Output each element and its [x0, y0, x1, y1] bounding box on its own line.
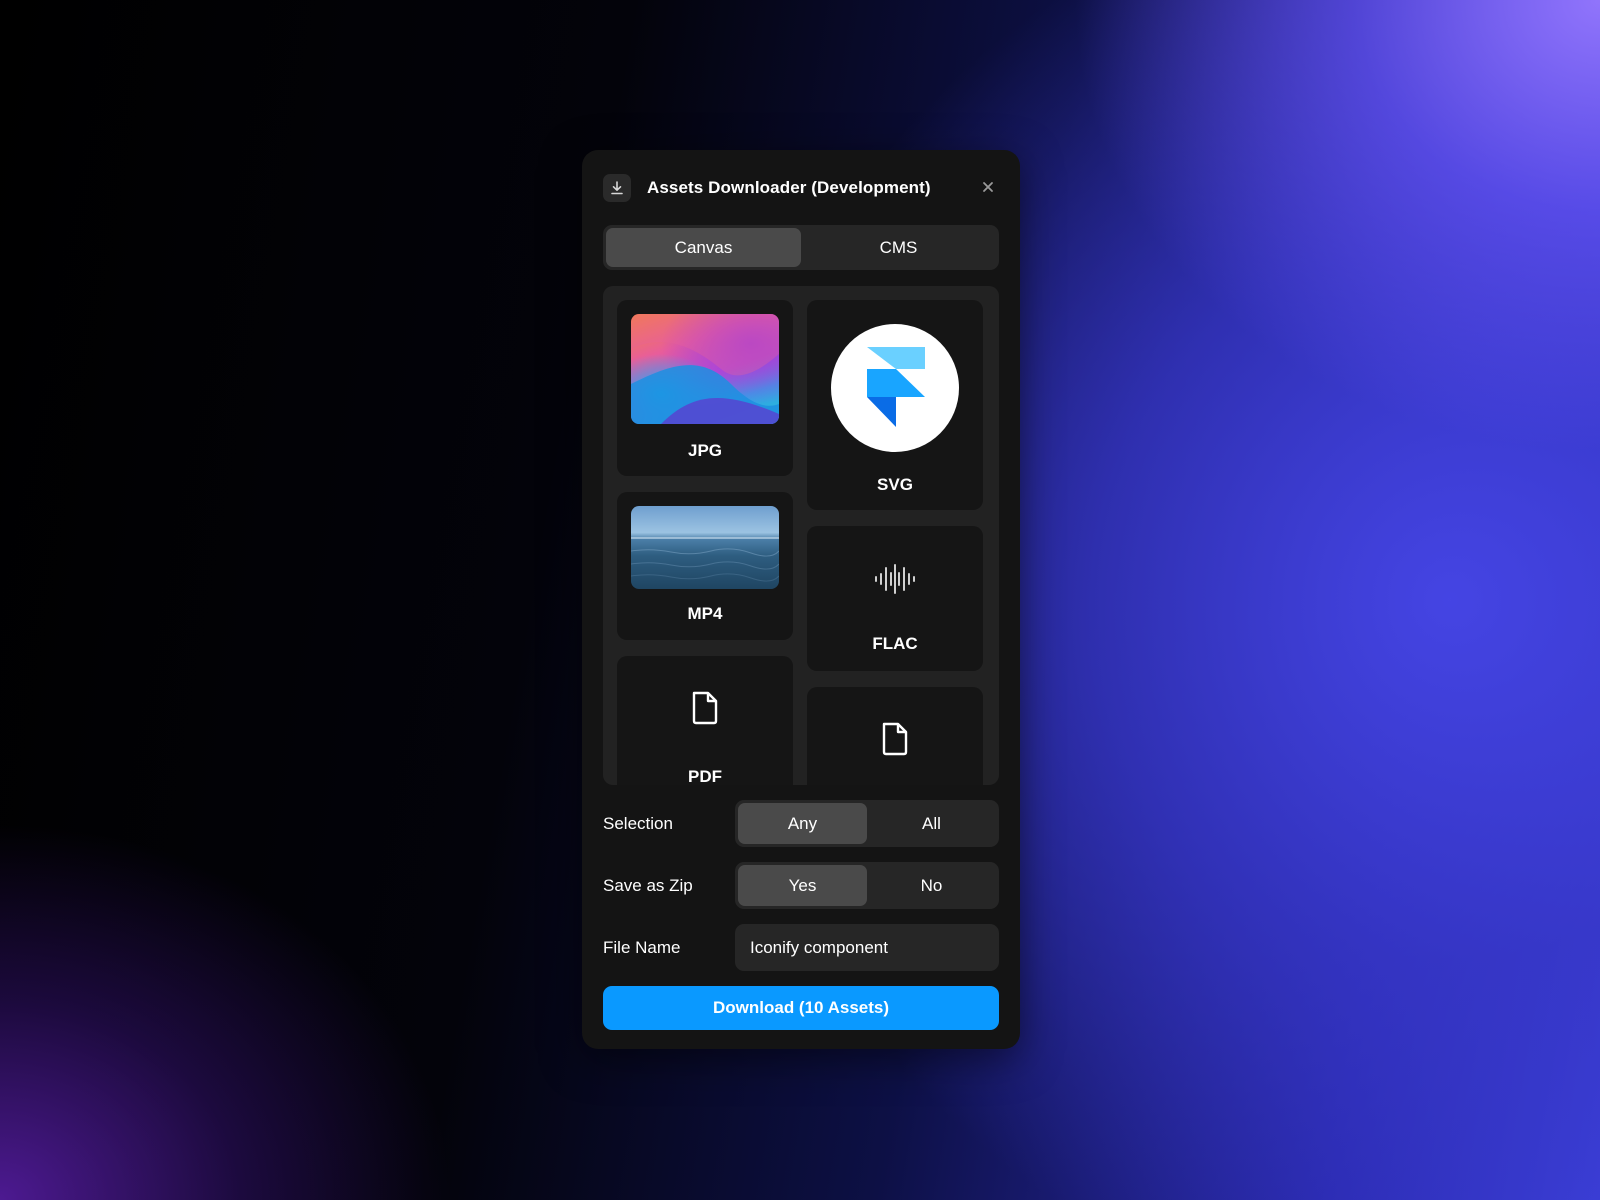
- zip-option-no[interactable]: No: [867, 865, 996, 906]
- download-button[interactable]: Download (10 Assets): [603, 986, 999, 1030]
- selection-label: Selection: [603, 813, 673, 833]
- jpg-preview-image: [631, 314, 779, 424]
- asset-card-file[interactable]: [807, 687, 983, 785]
- asset-label-mp4: MP4: [687, 604, 723, 623]
- framer-logo: [831, 324, 959, 452]
- asset-label-flac: FLAC: [872, 634, 918, 653]
- file-icon: [807, 721, 983, 757]
- tab-cms[interactable]: CMS: [801, 228, 996, 267]
- mp4-preview-image: [631, 506, 779, 589]
- audio-waveform-icon: [807, 564, 983, 594]
- asset-label-svg: SVG: [877, 475, 913, 494]
- panel-header: Assets Downloader (Development): [603, 150, 999, 225]
- save-as-zip-row: Save as Zip Yes No: [603, 862, 999, 909]
- file-name-label: File Name: [603, 937, 681, 957]
- close-icon[interactable]: [977, 176, 999, 198]
- source-tabs: Canvas CMS: [603, 225, 999, 270]
- tab-canvas[interactable]: Canvas: [606, 228, 801, 267]
- zip-option-yes[interactable]: Yes: [738, 865, 867, 906]
- assets-grid[interactable]: JPG MP4 PDF SVG FLAC: [603, 286, 999, 785]
- selection-option-all[interactable]: All: [867, 803, 996, 844]
- asset-card-flac[interactable]: FLAC: [807, 526, 983, 671]
- selection-row: Selection Any All: [603, 800, 999, 847]
- assets-column-left: JPG MP4 PDF: [617, 300, 793, 785]
- file-name-input[interactable]: [735, 924, 999, 971]
- asset-label-pdf: PDF: [688, 767, 722, 785]
- file-name-row: File Name: [603, 924, 999, 971]
- asset-card-pdf[interactable]: PDF: [617, 656, 793, 785]
- download-icon: [603, 173, 631, 202]
- assets-downloader-panel: Assets Downloader (Development) Canvas C…: [582, 150, 1020, 1049]
- panel-title: Assets Downloader (Development): [647, 177, 931, 197]
- save-as-zip-label: Save as Zip: [603, 875, 693, 895]
- asset-card-mp4[interactable]: MP4: [617, 492, 793, 640]
- save-as-zip-toggle: Yes No: [735, 862, 999, 909]
- file-icon: [617, 690, 793, 726]
- asset-card-jpg[interactable]: JPG: [617, 300, 793, 476]
- selection-option-any[interactable]: Any: [738, 803, 867, 844]
- selection-toggle: Any All: [735, 800, 999, 847]
- asset-label-jpg: JPG: [687, 441, 723, 460]
- asset-card-svg[interactable]: SVG: [807, 300, 983, 510]
- assets-column-right: SVG FLAC: [807, 300, 983, 785]
